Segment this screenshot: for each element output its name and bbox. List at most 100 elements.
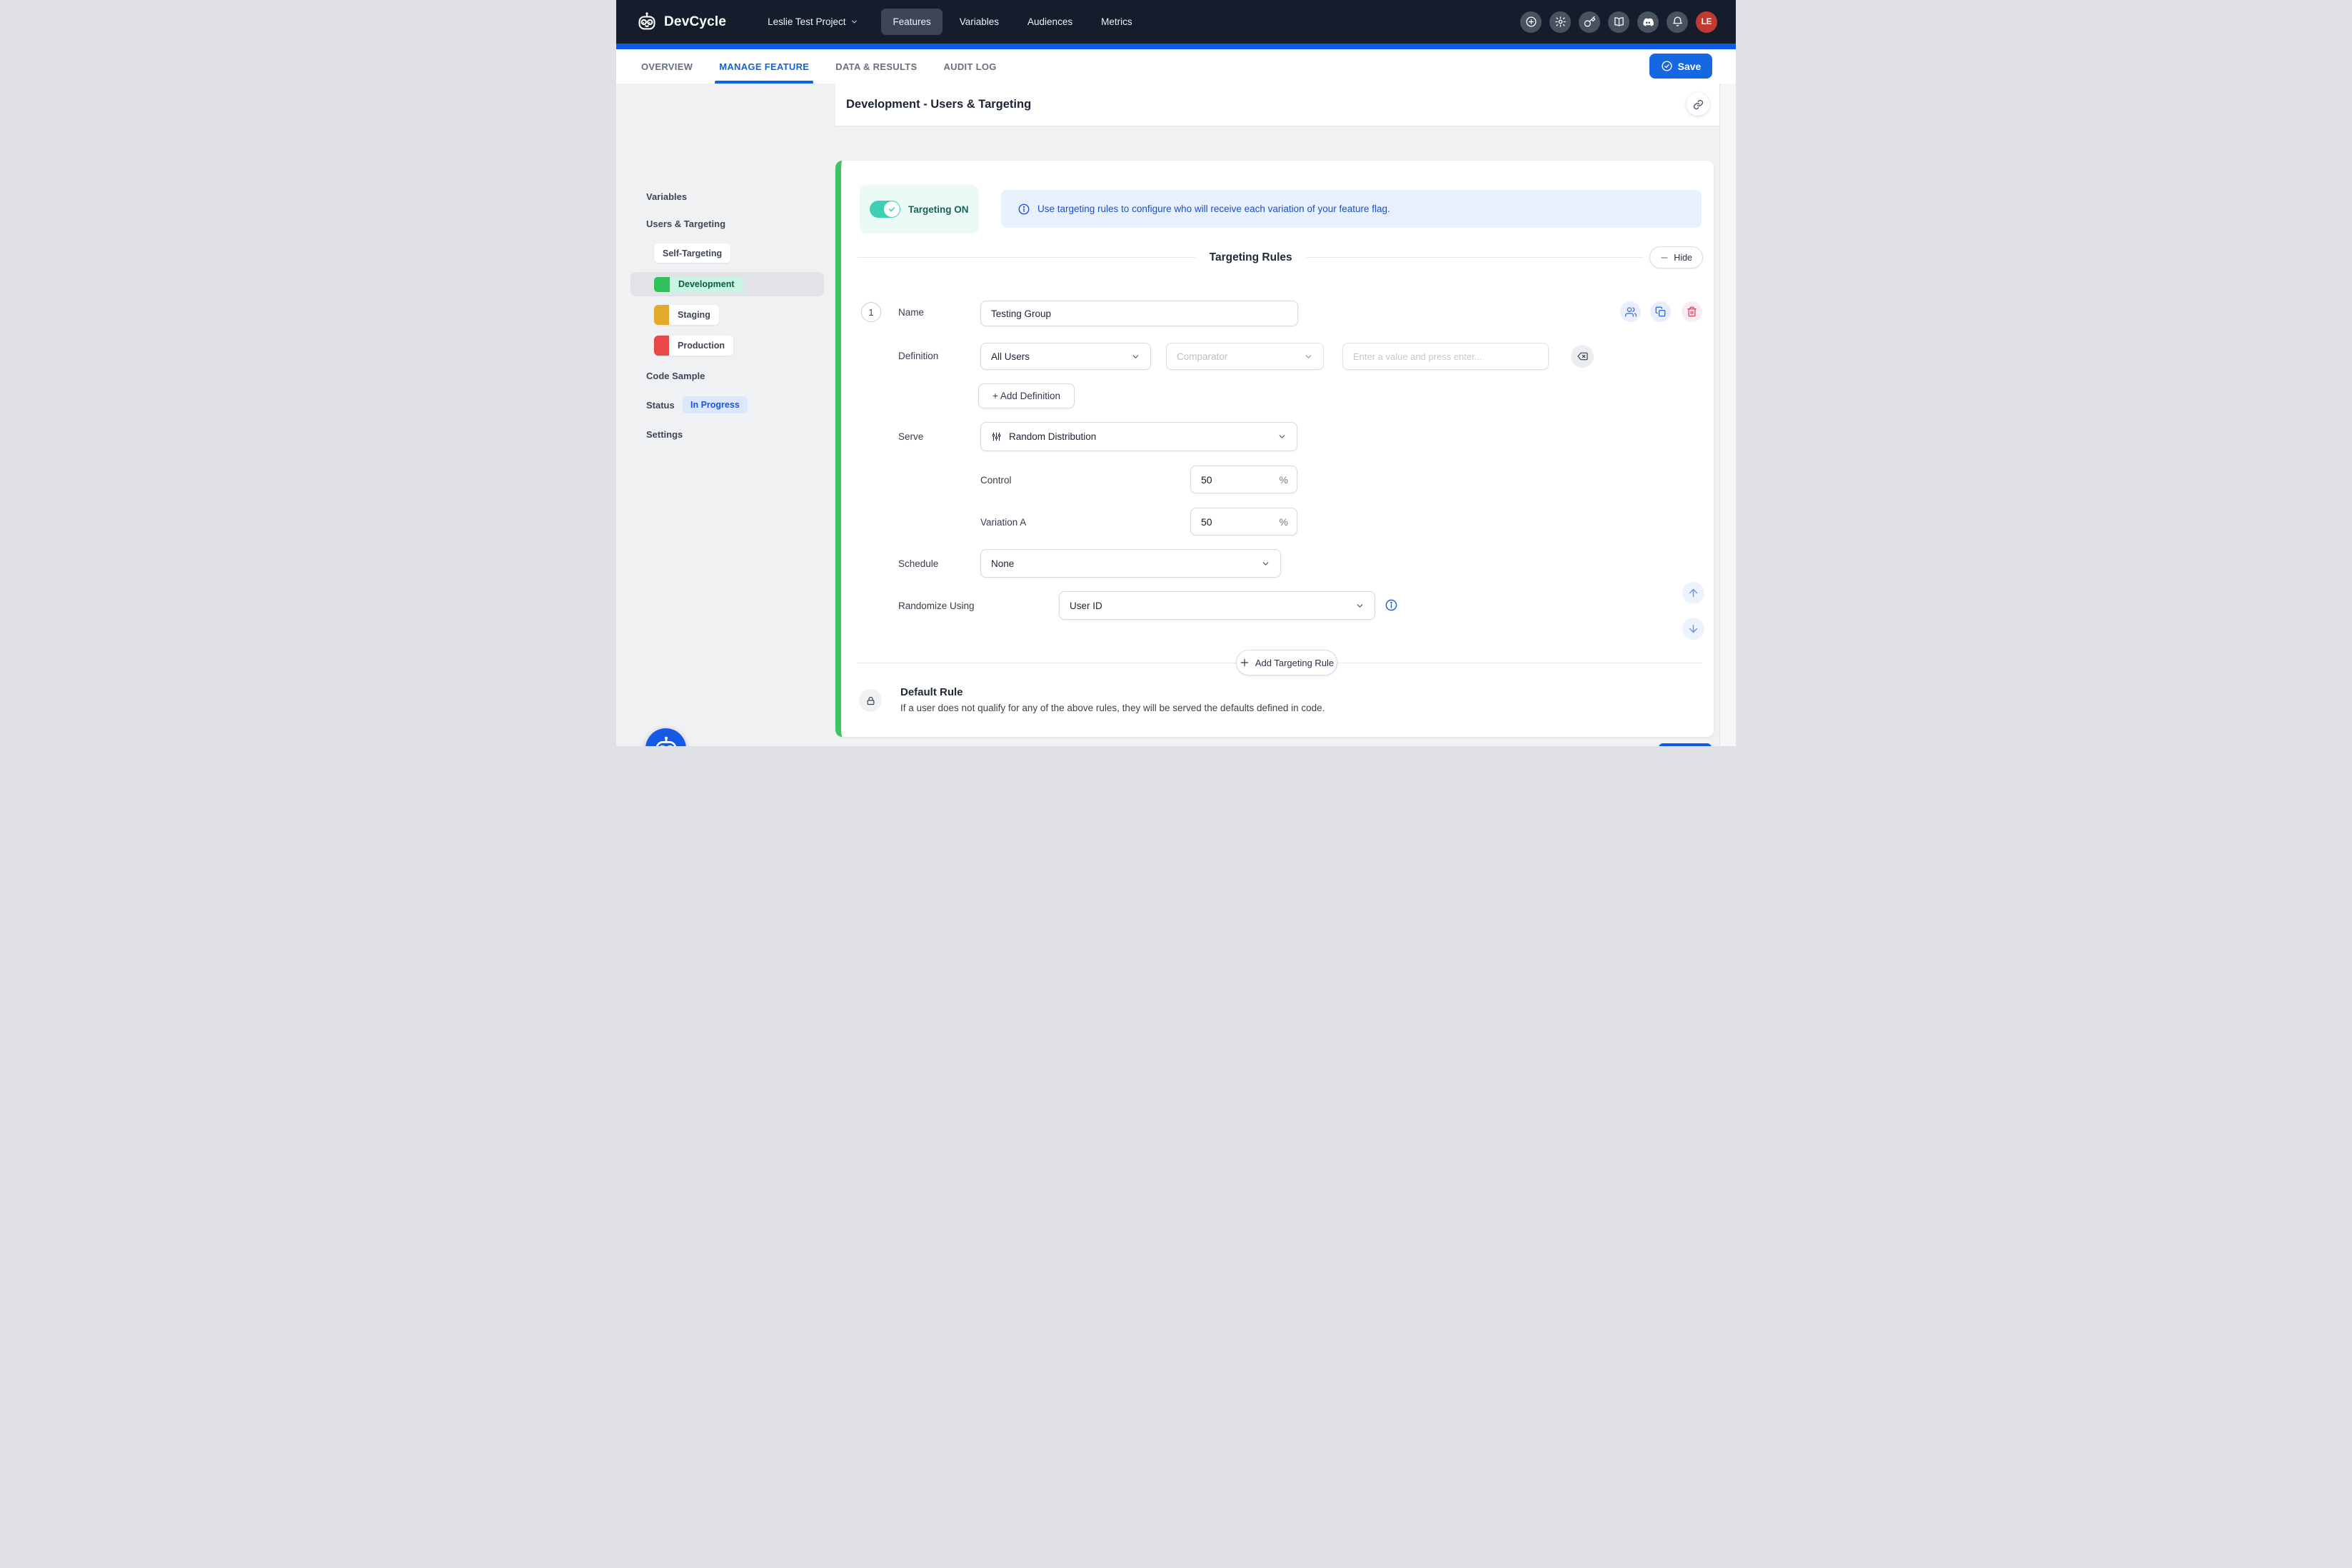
check-icon	[888, 205, 896, 213]
users-icon	[1625, 306, 1637, 318]
percent-suffix: %	[1280, 474, 1297, 486]
discord-button[interactable]	[1637, 11, 1659, 33]
targeting-rules-title: Targeting Rules	[1195, 251, 1307, 264]
add-targeting-rule-button[interactable]: Add Targeting Rule	[1236, 650, 1337, 675]
definition-value: All Users	[991, 351, 1030, 362]
targeting-rules-header: Targeting Rules Hide	[858, 246, 1703, 268]
tab-data-results[interactable]: DATA & RESULTS	[834, 61, 918, 84]
tab-manage-feature[interactable]: MANAGE FEATURE	[718, 61, 810, 84]
control-percent-input[interactable]	[1191, 474, 1262, 486]
divider	[1307, 257, 1644, 258]
move-rule-down-button[interactable]	[1682, 618, 1704, 640]
project-selector[interactable]: Leslie Test Project	[768, 16, 858, 27]
duplicate-rule-button[interactable]	[1650, 301, 1671, 322]
page-title: Development - Users & Targeting	[846, 98, 1031, 111]
distribution-percent-field: %	[1190, 508, 1297, 536]
copy-icon	[1655, 306, 1666, 317]
sidebar-item-code-sample[interactable]: Code Sample	[646, 371, 705, 381]
env-label: Staging	[669, 305, 719, 325]
chevron-down-icon	[1277, 432, 1287, 441]
randomize-using-label: Randomize Using	[898, 600, 975, 611]
sidebar-env-staging[interactable]: Staging	[654, 305, 719, 325]
backspace-icon	[1577, 351, 1588, 362]
sidebar-item-users-targeting[interactable]: Users & Targeting	[646, 218, 725, 229]
default-rule-description: If a user does not qualify for any of th…	[900, 703, 1325, 713]
definition-select[interactable]: All Users	[980, 343, 1151, 370]
devcycle-robot-icon	[653, 735, 680, 746]
tab-audit-log[interactable]: AUDIT LOG	[942, 61, 997, 84]
targeting-info-text: Use targeting rules to configure who wil…	[1037, 203, 1390, 214]
clear-definition-button[interactable]	[1571, 345, 1594, 368]
env-color-swatch	[654, 305, 669, 325]
feature-sidebar: Variables Users & Targeting Self-Targeti…	[616, 84, 835, 746]
docs-button[interactable]	[1608, 11, 1629, 33]
add-targeting-rule-label: Add Targeting Rule	[1255, 658, 1334, 668]
api-keys-button[interactable]	[1579, 11, 1600, 33]
schedule-label: Schedule	[898, 558, 938, 569]
arrow-up-icon	[1687, 587, 1699, 599]
rule-name-input[interactable]	[980, 301, 1298, 326]
self-target-rule-button[interactable]	[1620, 301, 1641, 322]
schedule-value: None	[991, 558, 1014, 569]
hide-label: Hide	[1674, 253, 1692, 263]
definition-value-input[interactable]	[1342, 343, 1549, 370]
chevron-down-icon	[850, 18, 858, 26]
delete-rule-button[interactable]	[1682, 301, 1702, 322]
avatar[interactable]: LE	[1696, 11, 1717, 33]
arrow-down-icon	[1687, 623, 1699, 635]
definition-label: Definition	[898, 351, 938, 361]
env-label: Production	[669, 336, 733, 356]
sidebar-env-production[interactable]: Production	[654, 336, 733, 356]
chevron-down-icon	[1261, 559, 1270, 568]
add-definition-button[interactable]: + Add Definition	[978, 383, 1075, 408]
nav-item-metrics[interactable]: Metrics	[1090, 9, 1144, 35]
copy-link-button[interactable]	[1687, 93, 1709, 116]
sidebar-env-self-targeting[interactable]: Self-Targeting	[654, 243, 730, 263]
percent-suffix: %	[1280, 516, 1297, 528]
sidebar-item-variables[interactable]: Variables	[646, 191, 687, 202]
randomize-using-select[interactable]: User ID	[1059, 591, 1375, 620]
randomize-info-icon[interactable]	[1384, 598, 1398, 612]
sliders-icon	[991, 431, 1002, 442]
nav-items: Features Variables Audiences Metrics	[881, 9, 1143, 35]
distribution-percent-field: %	[1190, 466, 1297, 493]
tab-overview[interactable]: OVERVIEW	[640, 61, 694, 84]
toggle-knob	[884, 201, 900, 217]
feature-tab-bar: OVERVIEW MANAGE FEATURE DATA & RESULTS A…	[616, 49, 1736, 84]
plus-icon	[1240, 658, 1250, 668]
nav-item-audiences[interactable]: Audiences	[1016, 9, 1084, 35]
comparator-select[interactable]: Comparator	[1166, 343, 1324, 370]
key-icon	[1584, 16, 1596, 28]
save-button[interactable]: Save	[1649, 54, 1712, 79]
sidebar-env-development[interactable]: Development	[630, 272, 824, 296]
schedule-select[interactable]: None	[980, 549, 1281, 578]
distribution-variation-label: Control	[980, 475, 1012, 486]
link-icon	[1693, 99, 1704, 110]
scrollbar-gutter[interactable]	[1719, 84, 1736, 746]
nav-item-variables[interactable]: Variables	[948, 9, 1010, 35]
minus-icon	[1660, 253, 1669, 262]
notifications-button[interactable]	[1667, 11, 1688, 33]
bottom-action-button[interactable]	[1659, 743, 1712, 746]
save-label: Save	[1678, 61, 1702, 72]
distribution-variation-label: Variation A	[980, 517, 1026, 528]
settings-button[interactable]	[1549, 11, 1571, 33]
serve-select[interactable]: Random Distribution	[980, 422, 1297, 451]
sidebar-item-status[interactable]: Status	[646, 400, 675, 411]
targeting-toggle-label: Targeting ON	[908, 204, 969, 215]
targeting-toggle[interactable]	[870, 201, 900, 218]
env-color-swatch	[654, 336, 669, 356]
create-button[interactable]	[1520, 11, 1542, 33]
targeting-info-banner: Use targeting rules to configure who wil…	[1001, 190, 1702, 228]
chevron-down-icon	[1304, 352, 1313, 361]
nav-item-features[interactable]: Features	[881, 9, 942, 35]
variation-a-percent-input[interactable]	[1191, 516, 1262, 528]
sidebar-item-settings[interactable]: Settings	[646, 429, 683, 440]
env-label: Self-Targeting	[654, 243, 730, 263]
move-rule-up-button[interactable]	[1682, 582, 1704, 604]
book-icon	[1613, 16, 1625, 28]
randomize-value: User ID	[1070, 600, 1102, 611]
brand-logo[interactable]: DevCycle	[636, 11, 726, 33]
hide-rules-button[interactable]: Hide	[1649, 246, 1703, 268]
env-color-swatch	[654, 277, 670, 292]
